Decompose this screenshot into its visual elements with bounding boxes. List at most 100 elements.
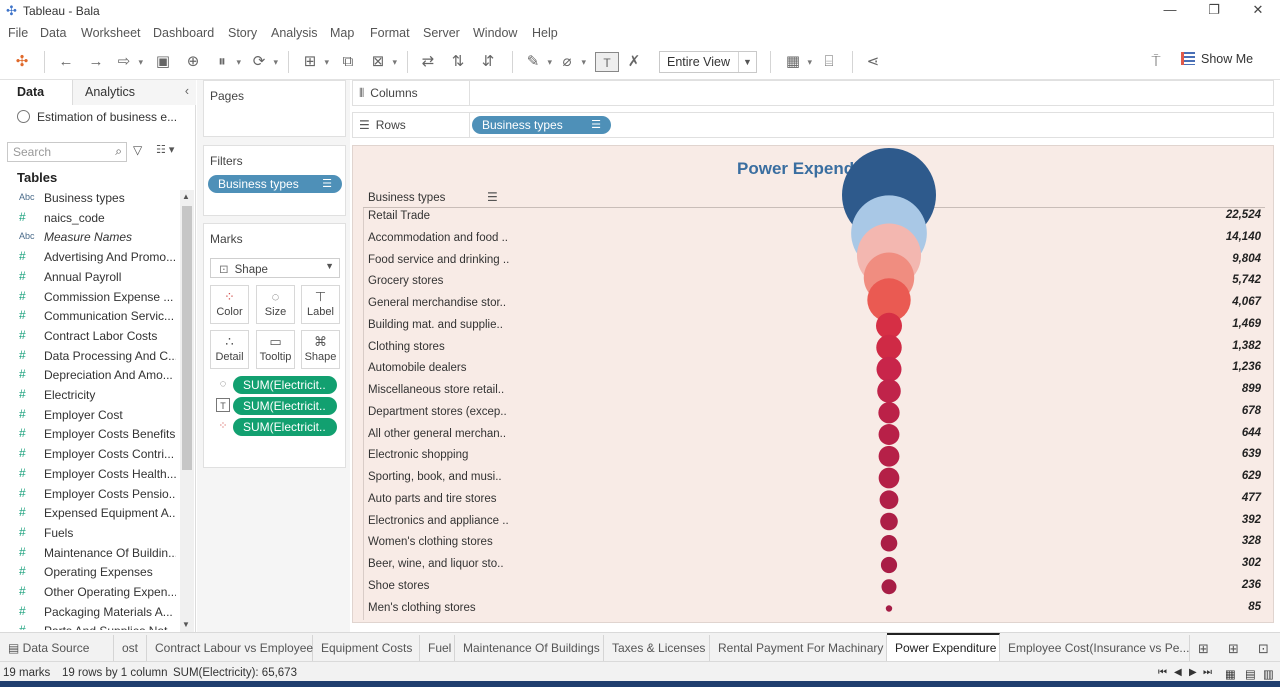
bubble-mark[interactable] (880, 534, 898, 552)
field-item[interactable]: # Communication Servic... (0, 308, 180, 327)
field-item[interactable]: # Expensed Equipment A... (0, 505, 180, 524)
field-item[interactable]: # Electricity (0, 387, 180, 406)
row-label[interactable]: General merchandise stor.. (368, 297, 528, 309)
sheet-tab[interactable]: ▤ Data Source (0, 635, 114, 661)
rows-pill[interactable]: Business types ☰ (472, 116, 611, 134)
tab-view-icon[interactable]: ▥ (1263, 667, 1274, 681)
field-item[interactable]: # Annual Payroll (0, 269, 180, 288)
row-label[interactable]: Building mat. and supplie.. (368, 319, 528, 331)
sort-descending-icon[interactable]: ⇵ (478, 52, 498, 72)
sheet-tab[interactable]: Power Expenditure (887, 633, 1000, 661)
sheet-tab[interactable]: Maintenance Of Buildings (455, 635, 604, 661)
row-label[interactable]: All other general merchan.. (368, 428, 528, 440)
shape-button[interactable]: ⌘ Shape (301, 330, 340, 369)
columns-shelf[interactable]: ⦀ Columns (352, 80, 1274, 106)
viz-area[interactable]: Power Expenditure Business types ☰ Retai… (352, 145, 1274, 623)
menu-server[interactable]: Server (423, 26, 460, 40)
save-icon[interactable]: ▣ (153, 52, 173, 72)
bubble-mark[interactable] (880, 556, 898, 574)
sheet-tab[interactable]: Contract Labour vs Employee (147, 635, 313, 661)
highlight-icon[interactable]: ✎ (523, 52, 552, 72)
group-members-icon[interactable]: ⌀ (557, 52, 586, 72)
field-item[interactable]: Abc Measure Names (0, 229, 180, 248)
menu-format[interactable]: Format (370, 26, 410, 40)
label-mark-pill[interactable]: SUM(Electricit.. (233, 397, 337, 415)
new-datasource-icon[interactable]: ⊕ (183, 52, 203, 72)
field-item[interactable]: # Other Operating Expen... (0, 584, 180, 603)
row-label[interactable]: Women's clothing stores (368, 536, 528, 548)
next-page-icon[interactable]: ▶ (1189, 667, 1197, 678)
replay-icon[interactable]: ⇨ (114, 52, 143, 72)
size-button[interactable]: ◌ Size (256, 285, 295, 324)
menu-data[interactable]: Data (40, 26, 66, 40)
field-item[interactable]: Abc Business types (0, 190, 180, 209)
field-item[interactable]: # Maintenance Of Buildin... (0, 545, 180, 564)
first-page-icon[interactable]: ⏮ (1158, 667, 1167, 678)
new-story-tab-icon[interactable]: ⊡ (1258, 641, 1269, 657)
filters-card[interactable]: Filters Business types ☰ (203, 145, 346, 216)
refresh-icon[interactable]: ⟳ (249, 52, 278, 72)
menu-worksheet[interactable]: Worksheet (81, 26, 141, 40)
sheet-tab[interactable]: Employee Cost(Insurance vs Pe... (1000, 635, 1190, 661)
grid-view-icon[interactable]: ▦ (1225, 667, 1236, 681)
scrollbar-thumb[interactable] (182, 206, 192, 470)
bubble-mark[interactable] (876, 334, 902, 361)
row-label[interactable]: Beer, wine, and liquor sto.. (368, 558, 528, 570)
restore-button[interactable]: ❐ (1192, 0, 1236, 22)
menu-file[interactable]: File (8, 26, 28, 40)
menu-help[interactable]: Help (532, 26, 558, 40)
pause-updates-icon[interactable]: ⏸ (212, 52, 241, 72)
prev-page-icon[interactable]: ◀ (1174, 667, 1182, 678)
swap-rows-columns-icon[interactable]: ⇄ (418, 52, 438, 72)
show-mark-labels-icon[interactable]: T (595, 52, 619, 72)
field-item[interactable]: # Advertising And Promo... (0, 249, 180, 268)
size-mark-pill[interactable]: SUM(Electricit.. (233, 376, 337, 394)
field-item[interactable]: # Fuels (0, 525, 180, 544)
new-dashboard-tab-icon[interactable]: ⊞ (1228, 641, 1239, 657)
rows-shelf[interactable]: ☰ Rows Business types ☰ (352, 112, 1274, 138)
row-label[interactable]: Men's clothing stores (368, 602, 528, 614)
share-icon[interactable]: ⋖ (863, 52, 883, 72)
collapse-pane-icon[interactable]: ‹ (185, 84, 189, 98)
show-cards-icon[interactable]: ▦ (783, 52, 812, 72)
pages-card[interactable]: Pages (203, 80, 346, 137)
undo-icon[interactable]: ← (56, 52, 76, 72)
bubble-mark[interactable] (878, 424, 900, 445)
row-label[interactable]: Automobile dealers (368, 362, 528, 374)
row-label[interactable]: Accommodation and food .. (368, 232, 528, 244)
show-me-button[interactable]: Show Me (1181, 52, 1253, 66)
row-label[interactable]: Electronic shopping (368, 449, 528, 461)
row-label[interactable]: Grocery stores (368, 275, 528, 287)
new-worksheet-tab-icon[interactable]: ⊞ (1198, 641, 1209, 657)
row-label[interactable]: Department stores (excep.. (368, 406, 528, 418)
scroll-down-icon[interactable]: ▼ (182, 620, 190, 629)
sheet-tab[interactable]: Equipment Costs (313, 635, 420, 661)
bubble-mark[interactable] (885, 605, 893, 612)
color-button[interactable]: ⁘ Color (210, 285, 249, 324)
field-item[interactable]: # Operating Expenses (0, 564, 180, 583)
fit-dropdown[interactable]: Entire View ▼ (659, 51, 757, 73)
clear-sheet-icon[interactable]: ⊠ (368, 52, 397, 72)
detail-button[interactable]: ∴ Detail (210, 330, 249, 369)
tab-data[interactable]: Data (0, 80, 72, 105)
close-button[interactable]: ✕ (1236, 0, 1280, 22)
field-item[interactable]: # Employer Costs Health... (0, 466, 180, 485)
bubble-mark[interactable] (881, 579, 897, 595)
row-label[interactable]: Miscellaneous store retail.. (368, 384, 528, 396)
bubble-mark[interactable] (876, 356, 902, 382)
filter-icon[interactable]: ▽ (133, 143, 142, 157)
field-item[interactable]: # Employer Costs Benefits (0, 426, 180, 445)
sort-ascending-icon[interactable]: ⇅ (448, 52, 468, 72)
field-item[interactable]: # Parts And Supplies Not... (0, 623, 180, 630)
last-page-icon[interactable]: ⏭ (1203, 667, 1212, 678)
field-item[interactable]: # Commission Expense ... (0, 289, 180, 308)
redo-icon[interactable]: → (86, 52, 106, 72)
field-item[interactable]: # Data Processing And C... (0, 348, 180, 367)
row-label[interactable]: Retail Trade (368, 210, 528, 222)
format-painter-icon[interactable]: ⍑ (1146, 52, 1166, 72)
filmstrip-view-icon[interactable]: ▤ (1245, 667, 1256, 681)
bubble-mark[interactable] (880, 512, 898, 531)
search-input[interactable]: Search ⌕ (7, 142, 127, 162)
field-item[interactable]: # Contract Labor Costs (0, 328, 180, 347)
field-item[interactable]: # Depreciation And Amo... (0, 367, 180, 386)
